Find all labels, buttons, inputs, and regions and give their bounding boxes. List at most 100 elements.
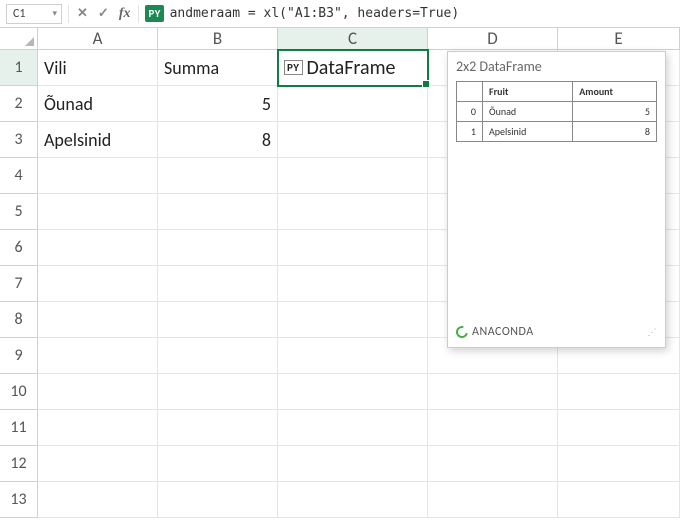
cell[interactable] — [158, 194, 278, 230]
cell-a3[interactable]: Apelsinid — [38, 122, 158, 158]
row-header[interactable]: 4 — [0, 158, 38, 194]
cell-a2[interactable]: Õunad — [38, 86, 158, 122]
df-header-index — [457, 82, 483, 102]
cell-b3[interactable]: 8 — [158, 122, 278, 158]
cell[interactable] — [158, 266, 278, 302]
df-fruit: Õunad — [483, 102, 573, 122]
column-header-e[interactable]: E — [558, 28, 680, 49]
resize-grip-icon[interactable]: ⋰ — [648, 327, 658, 338]
cell[interactable] — [428, 446, 558, 482]
cell-c3[interactable] — [278, 122, 428, 158]
cell[interactable] — [428, 482, 558, 518]
row-header[interactable]: 13 — [0, 482, 38, 518]
dataframe-table: Fruit Amount 0 Õunad 5 1 Apelsinid 8 — [456, 81, 657, 142]
cell[interactable] — [558, 482, 680, 518]
name-box[interactable]: C1 ▾ — [6, 4, 62, 24]
card-title: 2x2 DataFrame — [456, 58, 657, 75]
cell[interactable] — [38, 482, 158, 518]
cell[interactable] — [38, 410, 158, 446]
table-row: 13 — [0, 482, 680, 518]
python-output-icon: PY — [284, 60, 303, 75]
anaconda-logo: ANACONDA — [456, 325, 534, 339]
table-row: 10 — [0, 374, 680, 410]
card-footer: ANACONDA ⋰ — [456, 325, 657, 339]
cell[interactable] — [278, 230, 428, 266]
row-header[interactable]: 8 — [0, 302, 38, 338]
anaconda-label: ANACONDA — [472, 325, 534, 339]
cell[interactable] — [558, 446, 680, 482]
row-header[interactable]: 12 — [0, 446, 38, 482]
cell[interactable] — [38, 158, 158, 194]
cell[interactable] — [278, 374, 428, 410]
cell-c1-value: DataFrame — [307, 56, 396, 80]
column-header-d[interactable]: D — [428, 28, 558, 49]
cell[interactable] — [278, 446, 428, 482]
cell[interactable] — [278, 194, 428, 230]
cell[interactable] — [278, 482, 428, 518]
cell[interactable] — [278, 302, 428, 338]
cell-b1[interactable]: Summa — [158, 50, 278, 86]
df-row: 1 Apelsinid 8 — [457, 122, 657, 142]
cell[interactable] — [158, 482, 278, 518]
fx-icon[interactable]: fx — [117, 6, 133, 22]
df-header-fruit: Fruit — [483, 82, 573, 102]
python-badge-icon: PY — [145, 5, 163, 22]
row-header[interactable]: 9 — [0, 338, 38, 374]
confirm-icon[interactable]: ✓ — [96, 6, 111, 21]
cell[interactable] — [428, 410, 558, 446]
table-row: 12 — [0, 446, 680, 482]
grid: 1 Vili Summa PY DataFrame 2 Õunad 5 3 Ap… — [0, 50, 680, 518]
select-all-corner[interactable] — [0, 28, 38, 49]
column-header-c[interactable]: C — [278, 28, 428, 49]
df-idx: 0 — [457, 102, 483, 122]
row-header[interactable]: 2 — [0, 86, 38, 122]
row-header[interactable]: 7 — [0, 266, 38, 302]
cell[interactable] — [38, 338, 158, 374]
cancel-icon[interactable]: ✕ — [75, 6, 90, 21]
cell-a1[interactable]: Vili — [38, 50, 158, 86]
cell[interactable] — [38, 194, 158, 230]
cell[interactable] — [38, 302, 158, 338]
cell[interactable] — [278, 266, 428, 302]
anaconda-icon — [454, 324, 470, 340]
cell-b2[interactable]: 5 — [158, 86, 278, 122]
row-header[interactable]: 3 — [0, 122, 38, 158]
cell[interactable] — [38, 446, 158, 482]
cell[interactable] — [558, 410, 680, 446]
row-header[interactable]: 10 — [0, 374, 38, 410]
cell[interactable] — [278, 158, 428, 194]
column-header-b[interactable]: B — [158, 28, 278, 49]
row-header[interactable]: 5 — [0, 194, 38, 230]
row-header[interactable]: 11 — [0, 410, 38, 446]
df-fruit: Apelsinid — [483, 122, 573, 142]
cell[interactable] — [158, 338, 278, 374]
cell[interactable] — [558, 374, 680, 410]
cell[interactable] — [158, 302, 278, 338]
cell-c2[interactable] — [278, 86, 428, 122]
cell[interactable] — [38, 230, 158, 266]
formula-bar: C1 ▾ ✕ ✓ fx PY andmeraam = xl("A1:B3", h… — [0, 0, 680, 28]
cell[interactable] — [158, 158, 278, 194]
row-header[interactable]: 1 — [0, 50, 38, 86]
separator — [68, 5, 69, 23]
cell[interactable] — [278, 410, 428, 446]
separator — [138, 5, 139, 23]
cell[interactable] — [278, 338, 428, 374]
cell[interactable] — [428, 374, 558, 410]
chevron-down-icon[interactable]: ▾ — [52, 8, 57, 19]
dataframe-preview-card: 2x2 DataFrame Fruit Amount 0 Õunad 5 1 A… — [447, 51, 666, 348]
formula-input[interactable]: andmeraam = xl("A1:B3", headers=True) — [170, 6, 460, 21]
row-header[interactable]: 6 — [0, 230, 38, 266]
cell[interactable] — [38, 374, 158, 410]
column-header-a[interactable]: A — [38, 28, 158, 49]
cell[interactable] — [158, 446, 278, 482]
cell-c1[interactable]: PY DataFrame — [278, 50, 428, 86]
df-idx: 1 — [457, 122, 483, 142]
cell[interactable] — [158, 410, 278, 446]
cell[interactable] — [158, 230, 278, 266]
df-amount: 8 — [573, 122, 657, 142]
table-row: 11 — [0, 410, 680, 446]
column-headers: A B C D E — [0, 28, 680, 50]
cell[interactable] — [38, 266, 158, 302]
cell[interactable] — [158, 374, 278, 410]
